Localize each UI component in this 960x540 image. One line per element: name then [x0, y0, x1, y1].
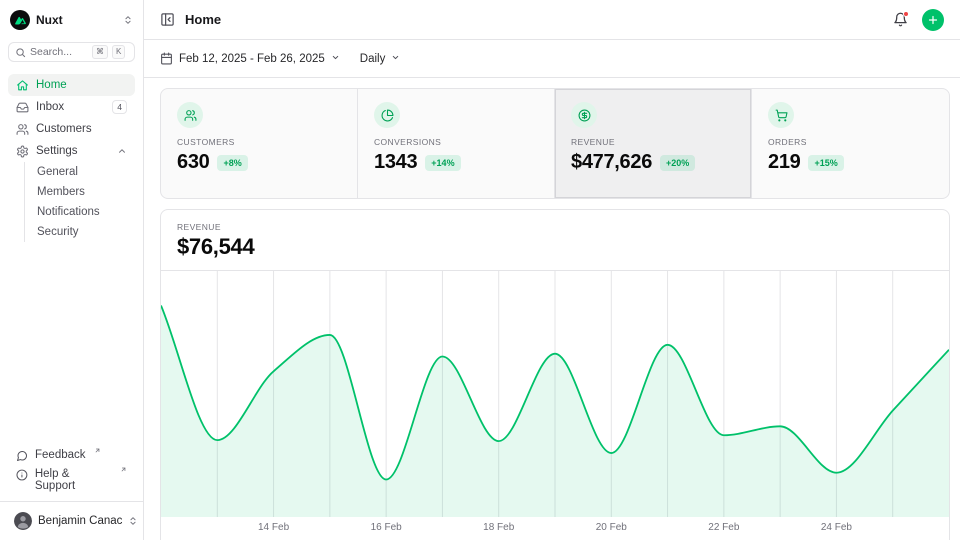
nuxt-logo-icon	[10, 10, 30, 30]
x-axis-label: 22 Feb	[708, 522, 739, 533]
sidebar-item-members[interactable]: Members	[25, 182, 135, 202]
settings-submenu: General Members Notifications Security	[24, 162, 135, 242]
workspace-name: Nuxt	[36, 13, 63, 27]
plus-icon	[927, 14, 939, 26]
chevron-down-icon	[391, 53, 400, 65]
chevron-up-down-icon	[123, 15, 133, 25]
users-icon	[16, 123, 29, 136]
stat-card-revenue[interactable]: REVENUE $477,626 +20%	[555, 89, 752, 198]
pie-chart-icon	[381, 109, 394, 122]
search-field[interactable]	[30, 46, 88, 58]
header-actions	[893, 9, 944, 31]
calendar-icon	[160, 52, 173, 65]
inbox-count-badge: 4	[112, 100, 127, 114]
chevron-down-icon	[331, 53, 340, 65]
main-area: Home Feb 12, 2025 - Feb 26, 2025 Daily	[144, 0, 960, 540]
granularity-label: Daily	[360, 53, 386, 65]
page-content: CUSTOMERS 630 +8% CONVERSIONS 1343 +14%	[144, 78, 960, 540]
x-axis-label: 18 Feb	[483, 522, 514, 533]
chart-header: REVENUE $76,544	[161, 210, 949, 271]
chevron-up-down-icon	[128, 516, 138, 526]
chart-value: $76,544	[177, 234, 933, 260]
inbox-icon	[16, 101, 29, 114]
panel-left-icon	[160, 12, 175, 27]
stat-card-customers[interactable]: CUSTOMERS 630 +8%	[161, 89, 358, 198]
users-icon	[184, 109, 197, 122]
chart-label: REVENUE	[177, 222, 933, 232]
chart-x-axis: 14 Feb 16 Feb 18 Feb 20 Feb 22 Feb 24 Feb	[161, 517, 949, 539]
stat-label: CONVERSIONS	[374, 137, 538, 147]
user-menu[interactable]: Benjamin Canac	[8, 508, 135, 532]
stat-value: 630	[177, 151, 209, 174]
stat-value: $477,626	[571, 151, 652, 174]
date-range-label: Feb 12, 2025 - Feb 26, 2025	[179, 53, 325, 65]
sidebar-item-security[interactable]: Security	[25, 222, 135, 242]
page-title: Home	[185, 12, 221, 27]
sidebar-item-label: Customers	[36, 123, 92, 135]
page-header: Home	[144, 0, 960, 40]
stat-value: 219	[768, 151, 800, 174]
sidebar-item-home[interactable]: Home	[8, 74, 135, 96]
sidebar-item-label: Inbox	[36, 101, 64, 113]
info-circle-icon	[16, 469, 28, 481]
avatar	[14, 512, 32, 530]
kbd-k: K	[112, 45, 125, 59]
sidebar-footer: Feedback Help & Support Benjamin Canac	[8, 446, 135, 532]
app-window: Nuxt ⌘ K Home Inbox 4 Customers	[0, 0, 960, 540]
stat-card-conversions[interactable]: CONVERSIONS 1343 +14%	[358, 89, 555, 198]
help-support-label: Help & Support	[35, 468, 112, 492]
sidebar-item-label: Settings	[36, 145, 78, 157]
x-axis-label: 20 Feb	[596, 522, 627, 533]
stat-label: ORDERS	[768, 137, 933, 147]
help-support-link[interactable]: Help & Support	[8, 465, 135, 495]
stat-delta-badge: +15%	[808, 155, 843, 171]
external-link-icon	[120, 466, 127, 473]
dollar-circle-icon	[578, 109, 591, 122]
chevron-up-icon	[117, 146, 127, 156]
stat-delta-badge: +20%	[660, 155, 695, 171]
sidebar-item-customers[interactable]: Customers	[8, 118, 135, 140]
granularity-select[interactable]: Daily	[360, 53, 401, 65]
home-icon	[16, 79, 29, 92]
stat-delta-badge: +14%	[425, 155, 460, 171]
stat-value: 1343	[374, 151, 417, 174]
x-axis-label: 14 Feb	[258, 522, 289, 533]
stat-delta-badge: +8%	[217, 155, 247, 171]
divider	[0, 501, 143, 502]
sidebar-nav: Home Inbox 4 Customers Settings General	[8, 74, 135, 242]
feedback-link[interactable]: Feedback	[8, 446, 135, 465]
filters-toolbar: Feb 12, 2025 - Feb 26, 2025 Daily	[144, 40, 960, 78]
workspace-switcher[interactable]: Nuxt	[8, 8, 135, 32]
stat-label: CUSTOMERS	[177, 137, 341, 147]
stat-label: REVENUE	[571, 137, 735, 147]
date-range-picker[interactable]: Feb 12, 2025 - Feb 26, 2025	[160, 52, 340, 65]
sidebar: Nuxt ⌘ K Home Inbox 4 Customers	[0, 0, 144, 540]
chart-svg	[161, 271, 949, 517]
kbd-cmd: ⌘	[92, 45, 108, 59]
sidebar-toggle-button[interactable]	[160, 12, 175, 27]
sidebar-item-inbox[interactable]: Inbox 4	[8, 96, 135, 118]
gear-icon	[16, 145, 29, 158]
stats-panel: CUSTOMERS 630 +8% CONVERSIONS 1343 +14%	[160, 88, 950, 199]
revenue-chart-card: REVENUE $76,544 14 Feb 16 Feb 18 Feb 20 Feb…	[160, 209, 950, 540]
sidebar-item-general[interactable]: General	[25, 162, 135, 182]
notification-dot	[903, 11, 909, 17]
sidebar-item-settings[interactable]: Settings	[8, 140, 135, 162]
cart-icon	[775, 109, 788, 122]
sidebar-item-label: Home	[36, 79, 67, 91]
x-axis-label: 16 Feb	[371, 522, 402, 533]
sidebar-item-notifications[interactable]: Notifications	[25, 202, 135, 222]
chat-bubble-icon	[16, 450, 28, 462]
revenue-area-chart[interactable]	[161, 271, 949, 517]
search-icon	[15, 47, 26, 58]
x-axis-label: 24 Feb	[821, 522, 852, 533]
feedback-label: Feedback	[35, 449, 86, 461]
search-input[interactable]: ⌘ K	[8, 42, 135, 62]
user-name: Benjamin Canac	[38, 515, 122, 527]
external-link-icon	[94, 447, 101, 454]
add-button[interactable]	[922, 9, 944, 31]
notifications-button[interactable]	[893, 12, 908, 27]
stat-card-orders[interactable]: ORDERS 219 +15%	[752, 89, 949, 198]
